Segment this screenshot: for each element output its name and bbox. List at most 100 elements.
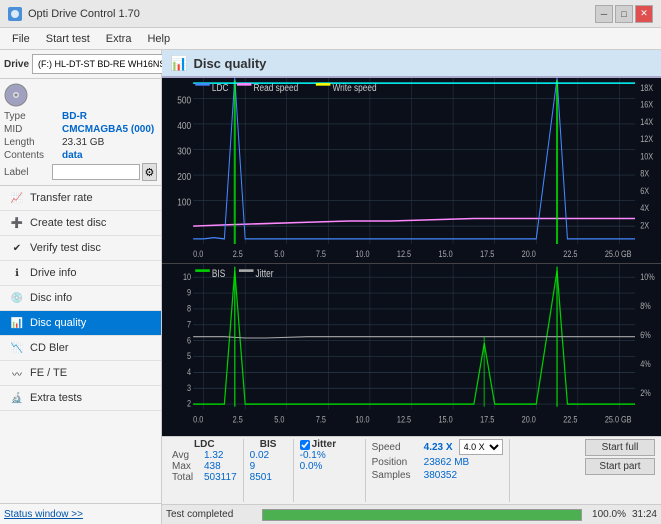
status-window-btn[interactable]: Status window >> — [4, 509, 83, 520]
svg-text:2: 2 — [187, 398, 191, 409]
svg-text:8: 8 — [187, 303, 191, 314]
svg-text:6: 6 — [187, 335, 191, 346]
speed-stat-val: 4.23 X — [424, 442, 453, 453]
extra-tests-label: Extra tests — [30, 392, 82, 404]
sidebar-item-disc-quality[interactable]: 📊 Disc quality — [0, 311, 161, 336]
stats-col-bis: BIS 0.02 9 8501 — [244, 439, 294, 502]
start-part-button[interactable]: Start part — [585, 458, 655, 475]
svg-text:Jitter: Jitter — [256, 268, 274, 280]
menu-help[interactable]: Help — [139, 31, 178, 47]
disc-type-row: Type BD-R — [4, 111, 157, 122]
disc-type-key: Type — [4, 111, 62, 122]
speed-stat-select[interactable]: 4.0 X — [459, 439, 503, 455]
sidebar-item-create-test-disc[interactable]: ➕ Create test disc — [0, 211, 161, 236]
menu-extra[interactable]: Extra — [98, 31, 140, 47]
svg-text:LDC: LDC — [212, 82, 229, 93]
sidebar-item-disc-info[interactable]: 💿 Disc info — [0, 286, 161, 311]
chart-bottom: 10 9 8 7 6 5 4 3 2 10% 8% 6% 4% — [162, 264, 661, 436]
minimize-button[interactable]: ─ — [595, 5, 613, 23]
disc-length-val: 23.31 GB — [62, 137, 104, 148]
svg-text:25.0 GB: 25.0 GB — [605, 249, 632, 259]
menu-start-test[interactable]: Start test — [38, 31, 98, 47]
disc-label-input[interactable] — [52, 164, 140, 180]
disc-length-row: Length 23.31 GB — [4, 137, 157, 148]
disc-label-btn[interactable]: ⚙ — [142, 163, 157, 181]
transfer-rate-icon: 📈 — [10, 191, 24, 205]
chart-bottom-svg: 10 9 8 7 6 5 4 3 2 10% 8% 6% 4% — [162, 264, 661, 436]
app-icon — [8, 7, 22, 21]
progress-time: 31:24 — [632, 509, 657, 520]
jitter-label: Jitter — [312, 439, 336, 450]
disc-panel-header: Type — [4, 83, 157, 107]
svg-text:2%: 2% — [640, 387, 651, 398]
samples-row: Samples 380352 — [372, 470, 503, 481]
svg-text:10X: 10X — [640, 152, 653, 162]
bis-avg-val: 0.02 — [250, 450, 269, 461]
svg-text:9: 9 — [187, 287, 191, 298]
sidebar-item-verify-test-disc[interactable]: ✔ Verify test disc — [0, 236, 161, 261]
svg-text:5.0: 5.0 — [274, 414, 284, 425]
svg-text:14X: 14X — [640, 118, 653, 128]
drive-label: Drive — [4, 59, 29, 70]
svg-text:20.0: 20.0 — [522, 414, 536, 425]
create-test-disc-label: Create test disc — [30, 217, 106, 229]
svg-text:4%: 4% — [640, 358, 651, 369]
content-header-title: Disc quality — [193, 56, 266, 71]
stats-bis-header: BIS — [250, 439, 287, 450]
progress-pct: 100.0% — [592, 509, 626, 520]
jitter-checkbox[interactable] — [300, 440, 310, 450]
charts-area: 500 400 300 200 100 18X 16X 14X 12X 10X … — [162, 78, 661, 436]
sidebar-item-fe-te[interactable]: 〰 FE / TE — [0, 361, 161, 386]
svg-text:17.5: 17.5 — [480, 414, 494, 425]
fe-te-label: FE / TE — [30, 367, 67, 379]
maximize-button[interactable]: □ — [615, 5, 633, 23]
disc-contents-row: Contents data — [4, 150, 157, 161]
drive-info-label: Drive info — [30, 267, 76, 279]
svg-text:Read speed: Read speed — [253, 82, 298, 93]
svg-text:6%: 6% — [640, 329, 651, 340]
svg-text:Write speed: Write speed — [332, 82, 376, 93]
svg-text:15.0: 15.0 — [439, 249, 454, 259]
svg-text:200: 200 — [177, 171, 191, 182]
drive-selector-row: Drive (F:) HL-DT-ST BD-RE WH16NS58 TST4 … — [0, 50, 161, 79]
menu-file[interactable]: File — [4, 31, 38, 47]
svg-text:300: 300 — [177, 146, 191, 157]
svg-text:10.0: 10.0 — [355, 414, 369, 425]
svg-text:18X: 18X — [640, 83, 653, 93]
svg-text:10.0: 10.0 — [355, 249, 370, 259]
sidebar-item-transfer-rate[interactable]: 📈 Transfer rate — [0, 186, 161, 211]
disc-info-label: Disc info — [30, 292, 72, 304]
svg-text:3: 3 — [187, 382, 191, 393]
close-button[interactable]: ✕ — [635, 5, 653, 23]
progress-bar-outer — [262, 509, 582, 521]
ldc-max-val: 438 — [204, 461, 221, 472]
jitter-max-val: 0.0% — [300, 461, 323, 472]
svg-text:100: 100 — [177, 197, 191, 208]
titlebar-controls: ─ □ ✕ — [595, 5, 653, 23]
disc-contents-val: data — [62, 150, 83, 161]
svg-text:15.0: 15.0 — [439, 414, 453, 425]
svg-text:20.0: 20.0 — [522, 249, 537, 259]
start-full-button[interactable]: Start full — [585, 439, 655, 456]
sidebar-item-drive-info[interactable]: ℹ Drive info — [0, 261, 161, 286]
svg-text:12X: 12X — [640, 134, 653, 144]
create-test-disc-icon: ➕ — [10, 216, 24, 230]
svg-text:10: 10 — [183, 271, 191, 282]
jitter-check-row: Jitter — [300, 439, 359, 450]
svg-text:17.5: 17.5 — [480, 249, 495, 259]
disc-contents-key: Contents — [4, 150, 62, 161]
svg-text:10%: 10% — [640, 271, 655, 282]
sidebar-item-cd-bler[interactable]: 📉 CD Bler — [0, 336, 161, 361]
svg-text:8X: 8X — [640, 169, 649, 179]
content-header-icon: 📊 — [170, 55, 187, 72]
sidebar-item-extra-tests[interactable]: 🔬 Extra tests — [0, 386, 161, 411]
progress-bar-row: Test completed 100.0% 31:24 — [162, 504, 661, 524]
stats-ldc-header: LDC — [172, 439, 237, 450]
svg-text:2.5: 2.5 — [233, 249, 244, 259]
disc-quality-label: Disc quality — [30, 317, 86, 329]
fe-te-icon: 〰 — [10, 366, 24, 380]
svg-text:5.0: 5.0 — [274, 249, 285, 259]
stats-bar: LDC Avg 1.32 Max 438 Total 503117 — [162, 436, 661, 504]
sidebar: Drive (F:) HL-DT-ST BD-RE WH16NS58 TST4 … — [0, 50, 162, 524]
bis-max-val: 9 — [250, 461, 256, 472]
